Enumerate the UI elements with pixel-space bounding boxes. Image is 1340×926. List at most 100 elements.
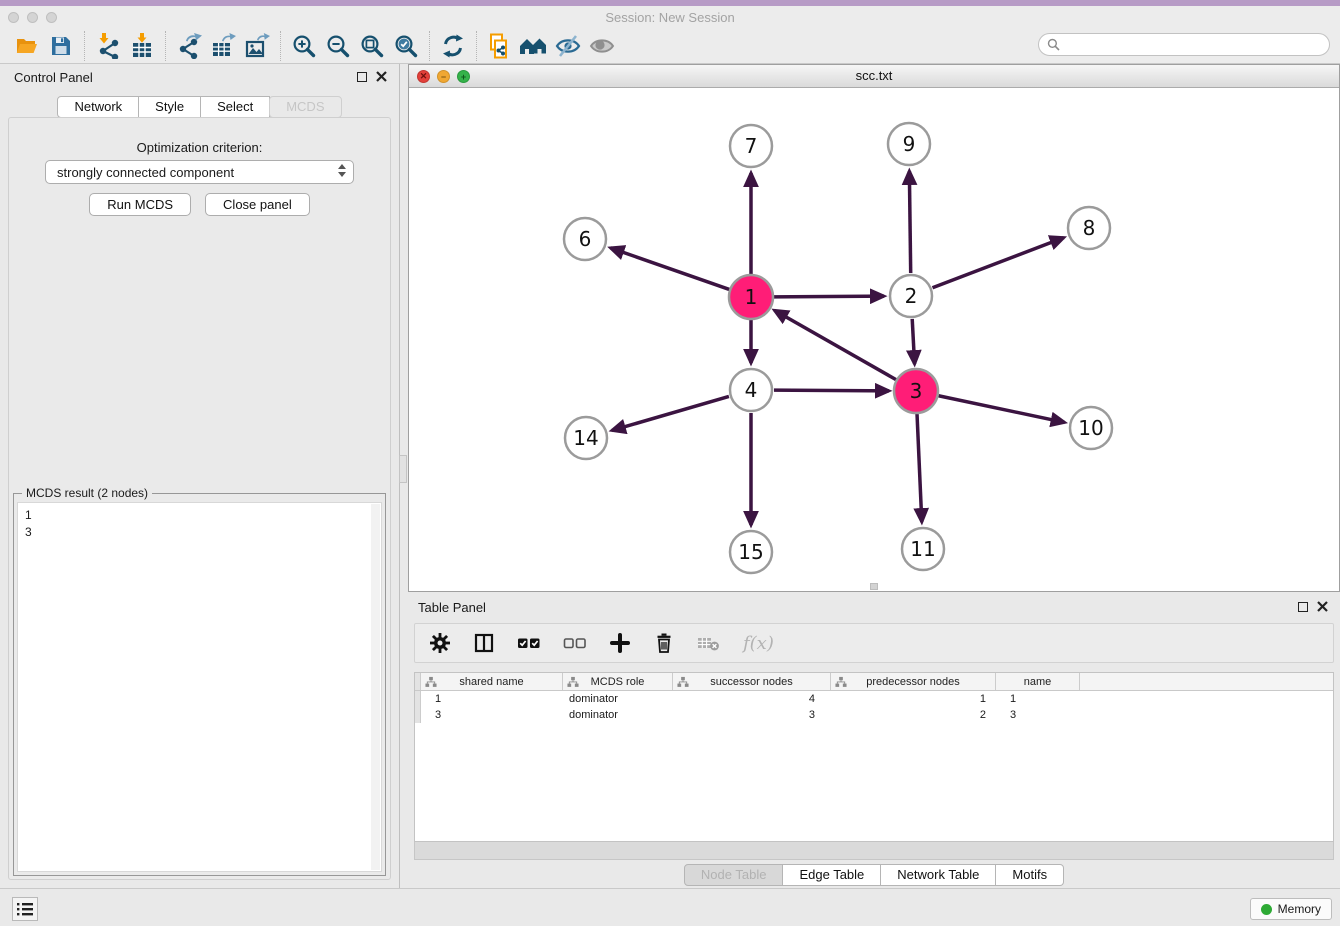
table-row[interactable]: 1dominator411 (415, 691, 1333, 707)
import-network-button[interactable] (91, 31, 125, 61)
column-header-successor-nodes[interactable]: successor nodes (673, 673, 831, 690)
table-cell[interactable]: 3 (673, 709, 831, 721)
tab-select[interactable]: Select (201, 96, 270, 118)
graph-node-6[interactable]: 6 (564, 218, 606, 260)
tab-network-table[interactable]: Network Table (881, 864, 996, 886)
import-table-button[interactable] (125, 31, 159, 61)
svg-text:3: 3 (910, 379, 923, 403)
apply-layout-button[interactable] (436, 31, 470, 61)
table-row[interactable]: 3dominator323 (415, 707, 1333, 723)
export-table-button[interactable] (206, 31, 240, 61)
show-all-button[interactable] (585, 31, 619, 61)
graph-edge-3-1[interactable] (774, 310, 896, 379)
search-input[interactable] (1065, 38, 1321, 52)
table-cell[interactable]: 1 (421, 693, 563, 705)
eye-icon (588, 33, 616, 59)
list-icon (16, 901, 34, 917)
float-panel-icon[interactable] (357, 72, 367, 82)
tab-mcds[interactable]: MCDS (269, 96, 341, 118)
table-cell[interactable]: dominator (563, 693, 673, 705)
zoom-in-button[interactable] (287, 31, 321, 61)
zoom-out-button[interactable] (321, 31, 355, 61)
control-panel: Control Panel Network Style Select MCDS … (0, 64, 400, 888)
graph-node-11[interactable]: 11 (902, 528, 944, 570)
export-image-button[interactable] (240, 31, 274, 61)
graph-node-2[interactable]: 2 (890, 275, 932, 317)
table-options-gear-icon[interactable] (429, 632, 451, 654)
tab-node-table[interactable]: Node Table (684, 864, 784, 886)
canvas-resize-grip[interactable] (870, 583, 878, 590)
close-table-panel-icon[interactable] (1317, 601, 1328, 612)
svg-text:7: 7 (745, 134, 758, 158)
table-cell[interactable]: 2 (831, 709, 996, 721)
table-cell[interactable]: 4 (673, 693, 831, 705)
run-mcds-button[interactable]: Run MCDS (89, 193, 191, 216)
add-column-icon[interactable] (609, 632, 631, 654)
delete-table-icon[interactable] (697, 632, 721, 654)
show-panels-button[interactable] (12, 897, 38, 921)
graph-node-4[interactable]: 4 (730, 369, 772, 411)
delete-columns-trash-icon[interactable] (653, 632, 675, 654)
graph-node-1[interactable]: 1 (729, 275, 773, 319)
home-button[interactable] (517, 31, 551, 61)
tab-edge-table[interactable]: Edge Table (783, 864, 881, 886)
memory-button[interactable]: Memory (1250, 898, 1332, 920)
function-builder-icon[interactable]: f(x) (743, 633, 774, 654)
graph-edge-2-8[interactable] (932, 238, 1063, 288)
column-type-icon (425, 676, 437, 688)
vertical-splitter-grip[interactable] (399, 455, 407, 483)
graph-node-8[interactable]: 8 (1068, 207, 1110, 249)
graph-edge-4-3[interactable] (774, 390, 889, 391)
graph-edge-2-3[interactable] (912, 319, 914, 364)
graph-edge-3-11[interactable] (917, 414, 922, 522)
mcds-result-area[interactable]: 1 3 (17, 502, 382, 872)
table-cell[interactable]: 3 (421, 709, 563, 721)
graph-node-9[interactable]: 9 (888, 123, 930, 165)
tab-network[interactable]: Network (57, 96, 139, 118)
close-panel-icon[interactable] (376, 71, 387, 82)
result-scrollbar[interactable] (371, 504, 380, 870)
column-header-mcds-role[interactable]: MCDS role (563, 673, 673, 690)
criterion-dropdown[interactable]: strongly connected component (45, 160, 354, 184)
float-table-panel-icon[interactable] (1298, 602, 1308, 612)
graph-node-3[interactable]: 3 (894, 369, 938, 413)
graph-node-15[interactable]: 15 (730, 531, 772, 573)
graph-edge-3-10[interactable] (939, 396, 1065, 423)
close-panel-button[interactable]: Close panel (205, 193, 310, 216)
search-field[interactable] (1038, 33, 1330, 56)
memory-label: Memory (1278, 902, 1321, 916)
select-all-columns-icon[interactable] (517, 632, 541, 654)
graph-node-14[interactable]: 14 (565, 417, 607, 459)
network-window-titlebar[interactable]: ✕ − + scc.txt (409, 65, 1339, 88)
table-cell[interactable]: dominator (563, 709, 673, 721)
unselect-all-columns-icon[interactable] (563, 632, 587, 654)
network-view-window: ✕ − + scc.txt 1 2 3 4 6 7 8 9 10 11 14 15 (408, 64, 1340, 592)
criterion-dropdown-value: strongly connected component (57, 165, 234, 180)
graph-edge-4-14[interactable] (612, 396, 729, 430)
export-network-button[interactable] (172, 31, 206, 61)
graph-edge-2-9[interactable] (909, 171, 910, 273)
save-session-button[interactable] (44, 31, 78, 61)
open-session-button[interactable] (10, 31, 44, 61)
table-cell[interactable]: 3 (996, 709, 1080, 721)
tab-style[interactable]: Style (139, 96, 201, 118)
zoom-selected-button[interactable] (389, 31, 423, 61)
show-columns-icon[interactable] (473, 632, 495, 654)
node-table-body: 1dominator4113dominator323 (415, 691, 1333, 723)
graph-node-7[interactable]: 7 (730, 125, 772, 167)
graph-node-10[interactable]: 10 (1070, 407, 1112, 449)
column-header-name[interactable]: name (996, 673, 1080, 690)
tab-motifs[interactable]: Motifs (996, 864, 1064, 886)
network-from-selection-button[interactable] (483, 31, 517, 61)
column-header-predecessor-nodes[interactable]: predecessor nodes (831, 673, 996, 690)
column-header-shared-name[interactable]: shared name (421, 673, 563, 690)
graph-edge-1-6[interactable] (610, 248, 729, 290)
hide-selected-button[interactable] (551, 31, 585, 61)
network-canvas[interactable]: 1 2 3 4 6 7 8 9 10 11 14 15 (409, 88, 1339, 591)
export-network-icon (176, 33, 202, 59)
mcds-tab-content: Optimization criterion: strongly connect… (8, 117, 391, 880)
zoom-fit-button[interactable] (355, 31, 389, 61)
table-cell[interactable]: 1 (996, 693, 1080, 705)
table-cell[interactable]: 1 (831, 693, 996, 705)
graph-edge-1-2[interactable] (774, 296, 884, 297)
